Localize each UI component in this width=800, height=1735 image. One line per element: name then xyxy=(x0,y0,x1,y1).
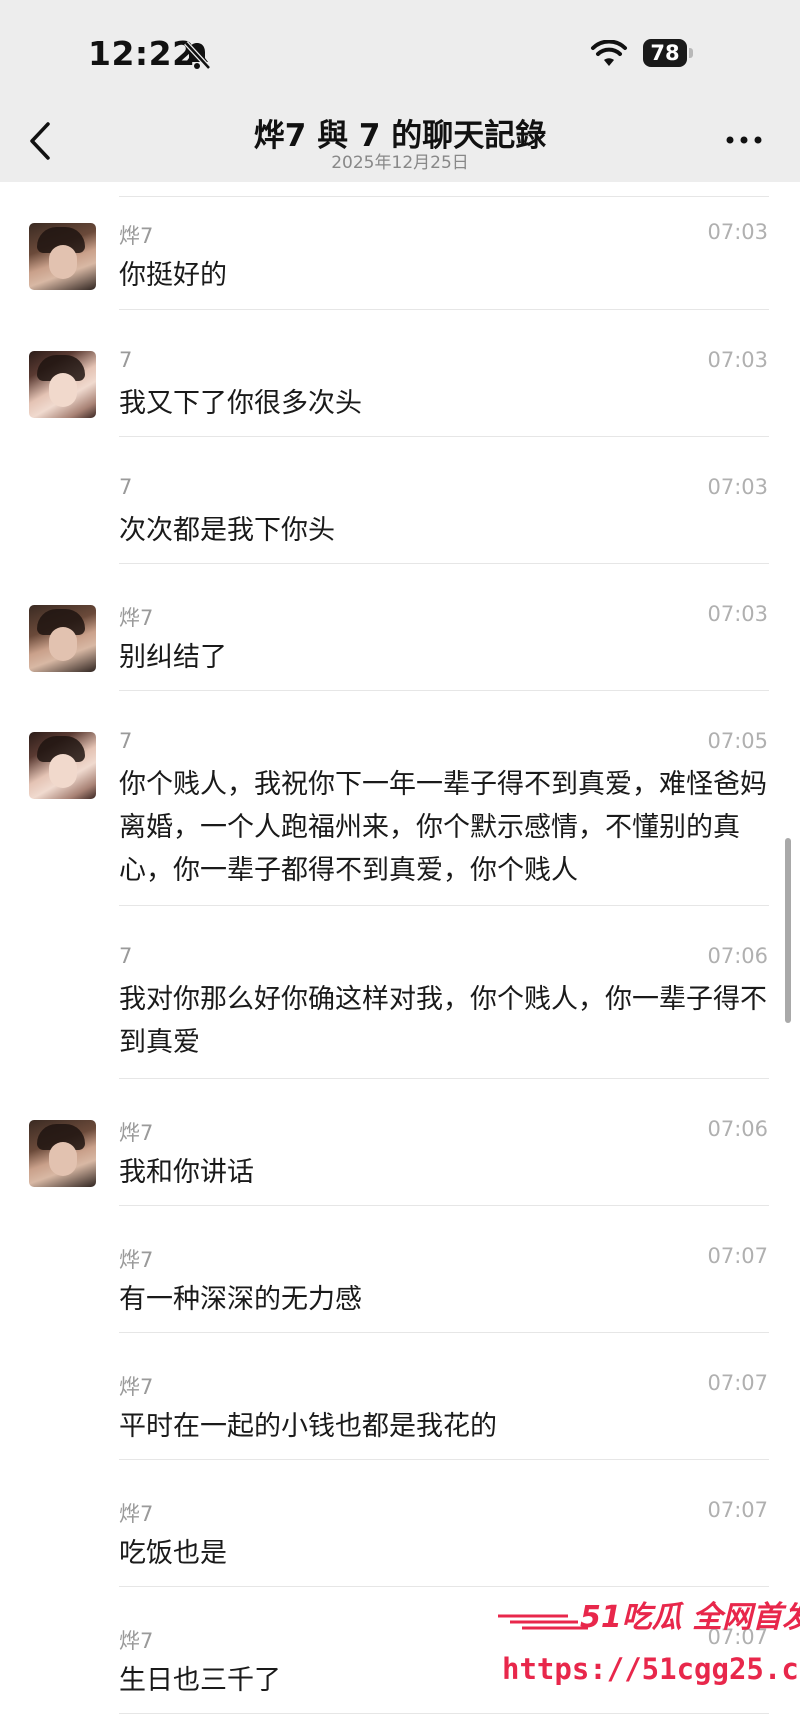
sender-name: 烨7 xyxy=(119,1121,154,1145)
wifi-icon xyxy=(591,40,627,66)
watermark-url: https://51cgg25.com xyxy=(502,1652,800,1686)
message-text: 平时在一起的小钱也都是我花的 xyxy=(119,1411,497,1442)
message-text: 吃饭也是 xyxy=(119,1538,227,1569)
message-text: 我和你讲话 xyxy=(119,1157,254,1188)
avatar-face xyxy=(49,245,77,279)
battery-indicator: 78 xyxy=(643,39,687,67)
message-time: 07:07 xyxy=(707,1371,768,1395)
message-row[interactable]: 烨7 07:03 别纠结了 xyxy=(0,564,800,691)
sender-name: 烨7 xyxy=(119,1375,154,1399)
sender-name: 烨7 xyxy=(119,224,154,248)
avatar[interactable] xyxy=(29,605,96,672)
sender-name: 7 xyxy=(119,944,133,968)
message-time: 07:03 xyxy=(707,475,768,499)
back-button[interactable] xyxy=(22,118,62,164)
watermark-stripes-icon xyxy=(498,1614,588,1630)
message-row[interactable]: 烨7 07:07 有一种深深的无力感 xyxy=(0,1206,800,1333)
message-text: 别纠结了 xyxy=(119,642,227,673)
sender-name: 7 xyxy=(119,475,133,499)
message-time: 07:07 xyxy=(707,1498,768,1522)
message-text: 我对你那么好你确这样对我，你个贱人，你一辈子得不到真爱 xyxy=(119,984,767,1058)
message-time: 07:06 xyxy=(707,944,768,968)
message-text: 我又下了你很多次头 xyxy=(119,388,362,419)
more-options-button[interactable] xyxy=(722,128,766,152)
message-row[interactable]: 烨7 07:03 你挺好的 xyxy=(0,182,800,310)
avatar[interactable] xyxy=(29,223,96,290)
avatar-face xyxy=(49,754,77,788)
message-row[interactable]: 7 07:03 次次都是我下你头 xyxy=(0,437,800,564)
battery-tip xyxy=(689,48,693,58)
message-row[interactable]: 烨7 07:07 吃饭也是 xyxy=(0,1460,800,1587)
message-time: 07:03 xyxy=(707,602,768,626)
chat-history-screen: 12:22 78 烨7 與 7 的聊天記錄 2025年12月25日 烨7 07:0… xyxy=(0,0,800,1735)
avatar[interactable] xyxy=(29,732,96,799)
message-row[interactable]: 7 07:05 你个贱人，我祝你下一年一辈子得不到真爱，难怪爸妈离婚，一个人跑福州来… xyxy=(0,691,800,906)
message-row[interactable]: 7 07:03 我又下了你很多次头 xyxy=(0,310,800,437)
message-time: 07:03 xyxy=(707,220,768,244)
message-list[interactable]: 烨7 07:03 你挺好的 7 07:03 我又下了你很多次头 7 07:03 次次都是我下你头… xyxy=(0,182,800,1735)
watermark: 51吃瓜 全网首发 https://51cgg25.com xyxy=(480,1588,800,1735)
sender-name: 7 xyxy=(119,729,133,753)
status-time: 12:22 xyxy=(88,34,196,73)
avatar-face xyxy=(49,627,77,661)
message-time: 07:06 xyxy=(707,1117,768,1141)
watermark-title: 51吃瓜 全网首发 xyxy=(580,1600,800,1635)
page-subtitle-date: 2025年12月25日 xyxy=(331,153,469,173)
message-time: 07:07 xyxy=(707,1244,768,1268)
sender-name: 烨7 xyxy=(119,1248,154,1272)
message-time: 07:03 xyxy=(707,348,768,372)
message-time: 07:05 xyxy=(707,729,768,753)
message-row[interactable]: 7 07:06 我对你那么好你确这样对我，你个贱人，你一辈子得不到真爱 xyxy=(0,906,800,1079)
sender-name: 7 xyxy=(119,348,133,372)
avatar[interactable] xyxy=(29,351,96,418)
scrollbar[interactable] xyxy=(785,838,791,1023)
sender-name: 烨7 xyxy=(119,1502,154,1526)
message-text: 你挺好的 xyxy=(119,260,227,291)
avatar[interactable] xyxy=(29,1120,96,1187)
message-row[interactable]: 烨7 07:06 我和你讲话 xyxy=(0,1079,800,1206)
message-text: 你个贱人，我祝你下一年一辈子得不到真爱，难怪爸妈离婚，一个人跑福州来，你个默示感… xyxy=(119,769,767,886)
avatar-face xyxy=(49,1142,77,1176)
avatar-face xyxy=(49,373,77,407)
sender-name: 烨7 xyxy=(119,606,154,630)
message-text: 次次都是我下你头 xyxy=(119,515,335,546)
sender-name: 烨7 xyxy=(119,1629,154,1653)
message-text: 有一种深深的无力感 xyxy=(119,1284,362,1315)
bell-muted-icon xyxy=(184,41,211,70)
message-row[interactable]: 烨7 07:07 平时在一起的小钱也都是我花的 xyxy=(0,1333,800,1460)
top-bar: 12:22 78 烨7 與 7 的聊天記錄 2025年12月25日 xyxy=(0,0,800,182)
